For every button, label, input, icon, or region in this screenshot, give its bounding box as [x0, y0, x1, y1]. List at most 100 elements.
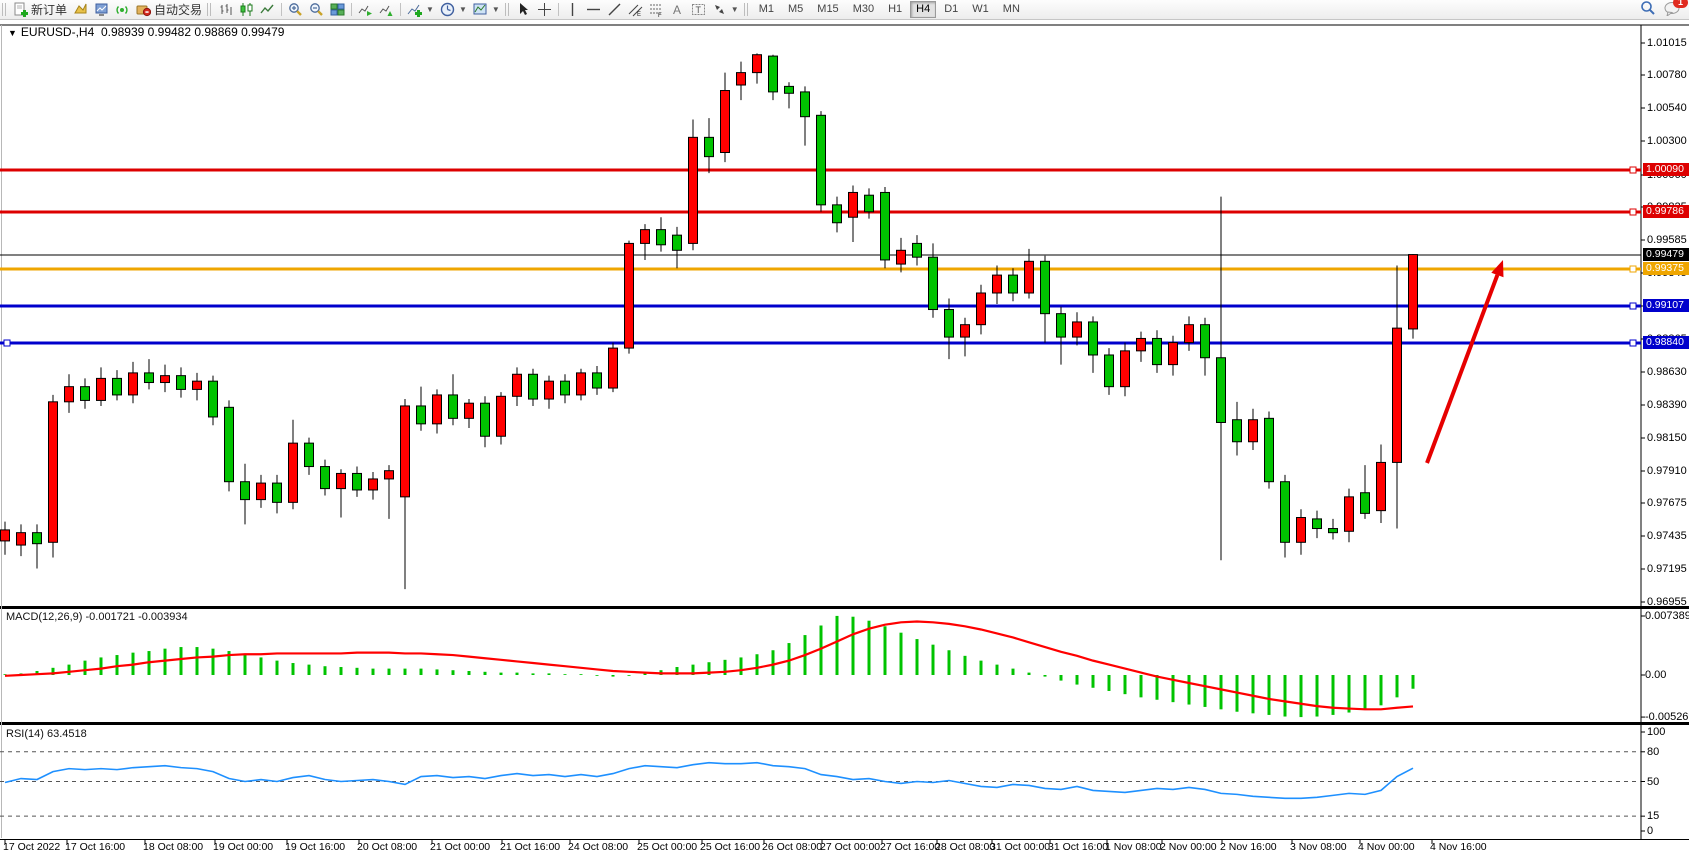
rsi-value: 63.4518: [47, 728, 87, 740]
trendline-tool-button[interactable]: [604, 1, 625, 18]
crosshair-icon: [537, 2, 552, 17]
price-badge-0.99479: 0.99479: [1643, 248, 1689, 261]
autotrading-label: 自动交易: [154, 1, 202, 18]
toolbar-separator: [400, 3, 401, 16]
timeframe-d1-button[interactable]: D1: [938, 1, 964, 18]
timeframe-mn-button[interactable]: MN: [997, 1, 1026, 18]
templates-caret-icon: ▼: [492, 5, 500, 14]
chart-shift-button[interactable]: [376, 1, 397, 18]
candle-body: [161, 376, 170, 383]
candle-body: [865, 195, 874, 212]
svg-text:A: A: [673, 3, 681, 17]
hline-anchor-marker[interactable]: [1630, 303, 1636, 309]
hline-anchor-marker[interactable]: [1630, 167, 1636, 173]
macd-axis-label: 0.007389: [1645, 610, 1689, 622]
price-badge-1.00090: 1.00090: [1643, 163, 1689, 176]
trendline-icon: [607, 2, 622, 17]
signals-icon: [115, 2, 130, 17]
macd-axis-label: 0.00: [1645, 669, 1666, 681]
candle-body: [1121, 351, 1130, 387]
equidistant-channel-icon: E: [628, 2, 643, 17]
vertical-line-tool-button[interactable]: [562, 1, 583, 18]
mt4-window: 新订单 自动交易: [0, 0, 1689, 861]
hline-anchor-marker[interactable]: [4, 340, 10, 346]
indicators-button[interactable]: ▼: [404, 1, 437, 18]
new-order-button[interactable]: 新订单: [10, 1, 70, 18]
periods-clock-icon: [440, 2, 455, 17]
auto-scroll-icon: [358, 2, 373, 17]
time-axis-label: 24 Oct 08:00: [568, 841, 628, 853]
timeframe-m15-button[interactable]: M15: [811, 1, 844, 18]
periods-button[interactable]: ▼: [437, 1, 470, 18]
candle-body: [769, 56, 778, 92]
candle-body: [625, 243, 634, 348]
candle-body: [785, 86, 794, 93]
trend-arrow-line[interactable]: [1427, 275, 1497, 463]
hline-anchor-marker[interactable]: [1630, 340, 1636, 346]
price-axis-label: 0.98630: [1647, 366, 1687, 378]
zoom-in-button[interactable]: [285, 1, 306, 18]
price-axis-label: 0.97675: [1647, 497, 1687, 509]
candle-body: [529, 374, 538, 399]
chart-area[interactable]: ▼EURUSD-,H4 0.98939 0.99482 0.98869 0.99…: [0, 19, 1689, 861]
timeframe-m1-button[interactable]: M1: [753, 1, 780, 18]
bar-chart-icon: [218, 2, 233, 17]
equidistant-channel-tool-button[interactable]: E: [625, 1, 646, 18]
templates-button[interactable]: ▼: [470, 1, 503, 18]
timeframe-h4-button[interactable]: H4: [910, 1, 936, 18]
tile-windows-button[interactable]: [327, 1, 348, 18]
line-chart-icon: [260, 2, 275, 17]
candle-body: [81, 387, 90, 401]
toolbar-grip[interactable]: [2, 3, 8, 16]
autotrading-button[interactable]: 自动交易: [133, 1, 205, 18]
candle-body: [577, 373, 586, 395]
rsi-pane-splitter[interactable]: [0, 722, 1689, 725]
auto-scroll-button[interactable]: [355, 1, 376, 18]
toolbar-separator: [558, 3, 559, 16]
candle-body: [337, 473, 346, 488]
timeframe-m30-button[interactable]: M30: [847, 1, 880, 18]
cursor-button[interactable]: [513, 1, 534, 18]
toolbar-grip[interactable]: [744, 3, 750, 16]
chart-menu-icon[interactable]: ▼: [8, 28, 17, 38]
price-axis-label: 1.00780: [1647, 69, 1687, 81]
candle-body: [673, 235, 682, 250]
text-tool-button[interactable]: A: [667, 1, 688, 18]
chart-symbol-period: EURUSD-,H4: [21, 25, 94, 39]
price-axis-label: 0.97435: [1647, 530, 1687, 542]
chat-button[interactable]: 1: [1664, 1, 1681, 19]
bar-chart-button[interactable]: [215, 1, 236, 18]
candlestick-chart-button[interactable]: [236, 1, 257, 18]
timeframe-m5-button[interactable]: M5: [782, 1, 809, 18]
toolbar-grip[interactable]: [207, 3, 213, 16]
price-badge-0.98840: 0.98840: [1643, 336, 1689, 349]
timeframe-h1-button[interactable]: H1: [882, 1, 908, 18]
candle-body: [33, 533, 42, 544]
candle-body: [401, 406, 410, 497]
horizontal-line-tool-button[interactable]: [583, 1, 604, 18]
search-icon[interactable]: [1640, 0, 1656, 19]
price-axis-label: 1.00540: [1647, 102, 1687, 114]
time-axis-label: 4 Nov 16:00: [1430, 841, 1487, 853]
line-chart-button[interactable]: [257, 1, 278, 18]
candle-body: [65, 387, 74, 402]
toolbar-grip[interactable]: [505, 3, 511, 16]
hline-anchor-marker[interactable]: [1630, 209, 1636, 215]
chart-canvas[interactable]: [0, 19, 1689, 861]
fibonacci-tool-button[interactable]: F: [646, 1, 667, 18]
candle-body: [1169, 343, 1178, 365]
candle-body: [257, 483, 266, 500]
market-watch-button[interactable]: [91, 1, 112, 18]
timeframe-w1-button[interactable]: W1: [966, 1, 995, 18]
price-axis-label: 1.01015: [1647, 37, 1687, 49]
quotes-button[interactable]: [70, 1, 91, 18]
crosshair-button[interactable]: [534, 1, 555, 18]
zoom-out-button[interactable]: [306, 1, 327, 18]
text-label-tool-button[interactable]: T: [688, 1, 709, 18]
arrows-tool-button[interactable]: ▼: [709, 1, 742, 18]
candle-body: [241, 482, 250, 500]
hline-anchor-marker[interactable]: [1630, 266, 1636, 272]
signals-button[interactable]: [112, 1, 133, 18]
vertical-line-icon: [565, 2, 580, 17]
macd-pane-splitter[interactable]: [0, 606, 1689, 609]
